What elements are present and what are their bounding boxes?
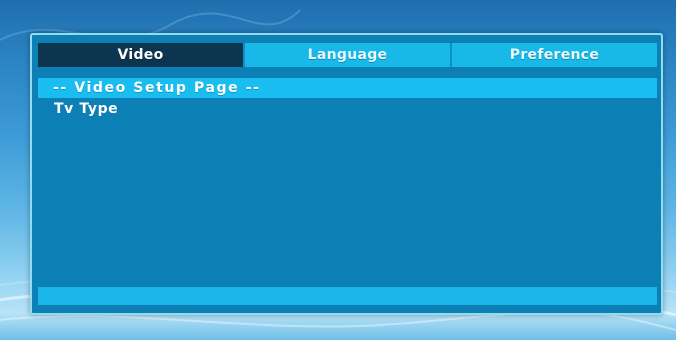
status-bar <box>38 287 657 305</box>
tab-bar: Video Language Preference <box>38 43 657 67</box>
page-title: -- Video Setup Page -- <box>38 78 657 98</box>
tab-language[interactable]: Language <box>245 43 452 67</box>
tab-video[interactable]: Video <box>38 43 245 67</box>
setup-menu-panel: Video Language Preference -- Video Setup… <box>30 33 663 315</box>
menu-item-tv-type[interactable]: Tv Type <box>54 101 118 117</box>
tab-preference[interactable]: Preference <box>452 43 657 67</box>
